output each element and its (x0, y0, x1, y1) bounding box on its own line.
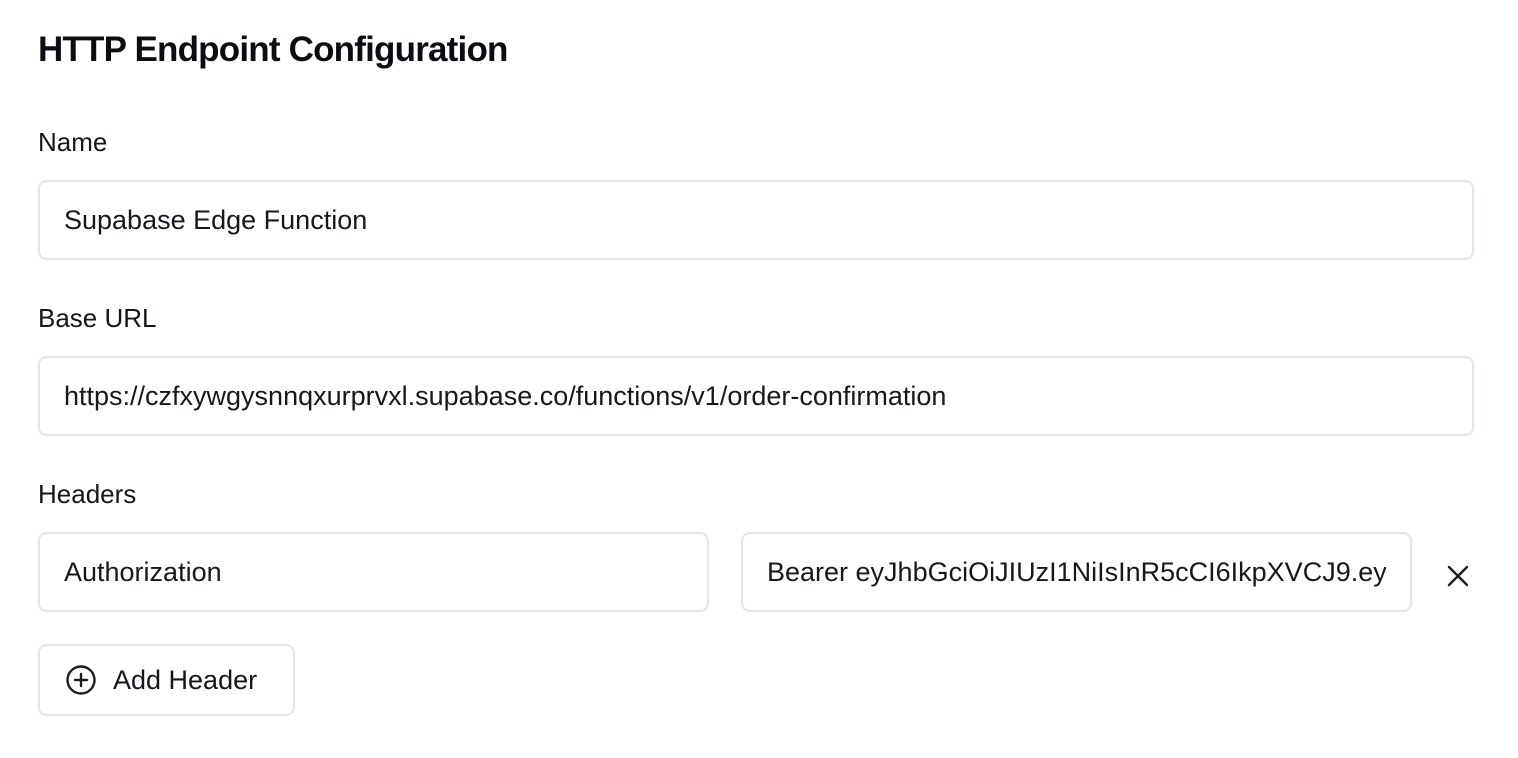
add-header-button[interactable]: Add Header (38, 644, 295, 716)
page-title: HTTP Endpoint Configuration (38, 30, 508, 69)
name-label: Name (38, 127, 108, 157)
remove-header-button[interactable] (1438, 556, 1478, 596)
close-icon (1446, 564, 1470, 588)
add-header-label: Add Header (113, 664, 258, 695)
base-url-label: Base URL (38, 303, 157, 333)
header-key-input[interactable] (38, 532, 709, 612)
name-input[interactable] (38, 180, 1474, 260)
header-value-input[interactable] (741, 532, 1412, 612)
base-url-input[interactable] (38, 356, 1474, 436)
headers-label: Headers (38, 479, 137, 509)
plus-circle-icon (65, 664, 97, 696)
